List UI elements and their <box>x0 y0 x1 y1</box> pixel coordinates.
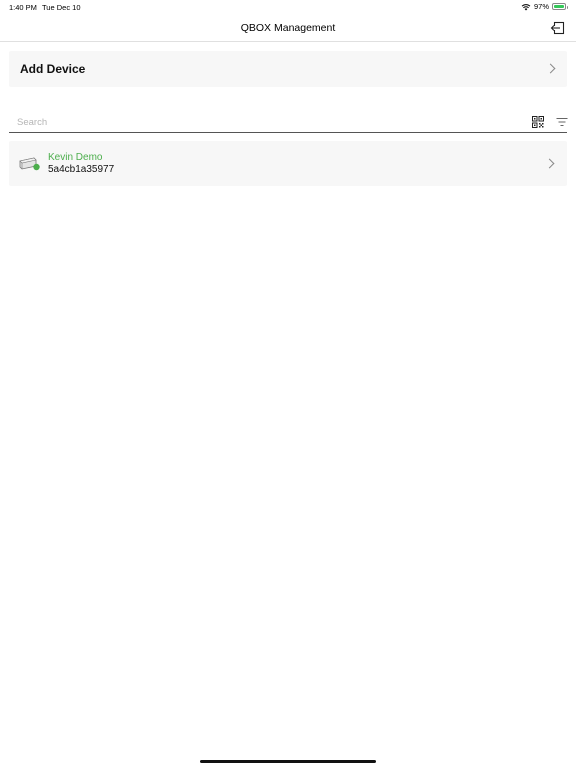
wifi-icon <box>521 3 531 10</box>
status-bar: 1:40 PM Tue Dec 10 97% <box>0 0 576 14</box>
nav-bar: QBOX Management <box>0 14 576 42</box>
battery-icon <box>552 3 568 10</box>
home-indicator <box>200 760 376 763</box>
chevron-right-icon <box>544 158 555 169</box>
search-bar <box>9 113 568 133</box>
status-time: 1:40 PM <box>9 3 37 12</box>
battery-percent: 97% <box>533 2 549 11</box>
device-list-item[interactable]: Kevin Demo 5a4cb1a35977 <box>9 141 567 186</box>
chevron-right-icon <box>545 63 556 74</box>
qr-code-icon[interactable] <box>532 116 544 128</box>
search-input[interactable] <box>17 115 497 130</box>
status-right: 97% <box>521 2 568 11</box>
page-title: QBOX Management <box>240 22 336 34</box>
device-name: Kevin Demo <box>48 152 103 163</box>
status-date: Tue Dec 10 <box>42 3 81 12</box>
device-icon <box>19 157 40 171</box>
filter-icon[interactable] <box>556 117 568 127</box>
device-id: 5a4cb1a35977 <box>48 164 115 175</box>
add-device-label: Add Device <box>20 62 86 76</box>
logout-icon[interactable] <box>550 20 566 36</box>
add-device-button[interactable]: Add Device <box>9 51 567 87</box>
